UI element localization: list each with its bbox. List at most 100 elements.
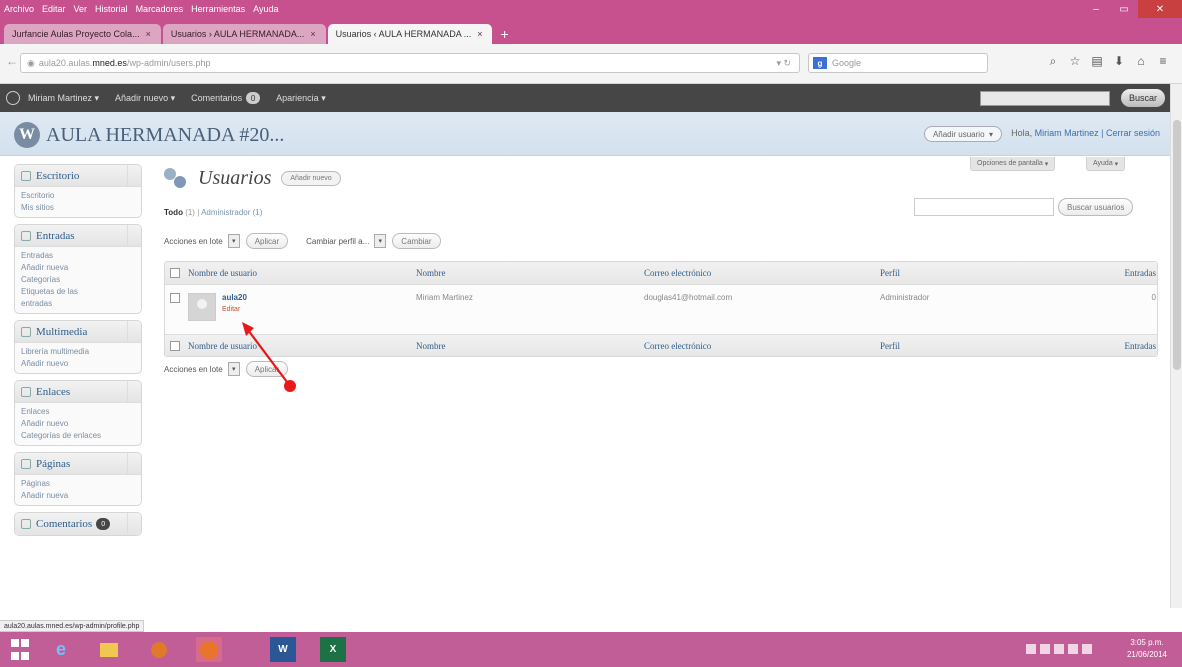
submenu-item[interactable]: Categorías de enlaces bbox=[21, 430, 141, 442]
minimize-icon[interactable]: – bbox=[1082, 0, 1110, 18]
url-bar[interactable]: ◉ aula20.aulas. mned.es/wp-admin/users.ph… bbox=[20, 53, 800, 73]
wordpress-logo-icon[interactable] bbox=[6, 91, 20, 105]
change-role-select[interactable]: Cambiar perfil a... ▾ bbox=[306, 234, 392, 248]
menu-herramientas[interactable]: Herramientas bbox=[191, 4, 245, 14]
menu-head-enlaces[interactable]: Enlaces bbox=[15, 381, 141, 403]
submenu-item[interactable]: Escritorio bbox=[21, 190, 141, 202]
firefox-icon[interactable] bbox=[196, 637, 222, 662]
submenu-item[interactable]: Etiquetas de las bbox=[21, 286, 141, 298]
bulk-actions-select[interactable]: Acciones en lote ▾ bbox=[164, 362, 246, 376]
col-username[interactable]: Nombre de usuario bbox=[188, 268, 416, 278]
new-tab-button[interactable]: + bbox=[500, 24, 508, 44]
col-username[interactable]: Nombre de usuario bbox=[188, 341, 416, 351]
col-email[interactable]: Correo electrónico bbox=[644, 341, 880, 351]
home-icon[interactable]: ⌂ bbox=[1130, 54, 1152, 69]
adminbar-user[interactable]: Miriam Martinez ▾ bbox=[28, 93, 99, 104]
tray-icon[interactable] bbox=[1082, 644, 1092, 654]
site-title[interactable]: AULA HERMANADA #20... bbox=[46, 124, 284, 147]
menu-historial[interactable]: Historial bbox=[95, 4, 128, 14]
apply-button[interactable]: Aplicar bbox=[245, 233, 289, 249]
page-scrollbar[interactable] bbox=[1170, 84, 1182, 608]
adminbar-search-button[interactable]: Buscar bbox=[1120, 89, 1165, 107]
submenu-item[interactable]: entradas bbox=[21, 298, 141, 310]
user-search-input[interactable] bbox=[914, 198, 1054, 216]
col-email[interactable]: Correo electrónico bbox=[644, 268, 880, 278]
submenu-item[interactable]: Añadir nuevo bbox=[21, 358, 141, 370]
logout-link[interactable]: | Cerrar sesión bbox=[1101, 128, 1160, 138]
close-tab-icon[interactable]: × bbox=[310, 29, 315, 39]
menu-head-escritorio[interactable]: Escritorio bbox=[15, 165, 141, 187]
help-button[interactable]: Ayuda ▾ bbox=[1086, 157, 1126, 171]
menu-head-multimedia[interactable]: Multimedia bbox=[15, 321, 141, 343]
menu-ayuda[interactable]: Ayuda bbox=[253, 4, 278, 14]
submenu-item[interactable]: Enlaces bbox=[21, 406, 141, 418]
edit-user-link[interactable]: Editar bbox=[222, 306, 247, 313]
tray-icon[interactable] bbox=[1068, 644, 1078, 654]
submenu-item[interactable]: Categorías bbox=[21, 274, 141, 286]
cell-posts[interactable]: 0 bbox=[1060, 293, 1156, 302]
menu-toggle[interactable] bbox=[127, 225, 141, 246]
search-users-button[interactable]: Buscar usuarios bbox=[1058, 198, 1134, 216]
favorite-actions-dropdown[interactable]: Añadir usuario ▾ bbox=[923, 126, 1002, 142]
bookmark-star-icon[interactable]: ☆ bbox=[1064, 54, 1086, 69]
bulk-actions-select[interactable]: Acciones en lote ▾ bbox=[164, 234, 246, 248]
user-profile-link[interactable]: Miriam Martinez bbox=[1035, 128, 1099, 138]
col-name[interactable]: Nombre bbox=[416, 268, 644, 278]
back-arrow-icon[interactable]: ← bbox=[6, 54, 18, 68]
adminbar-appearance[interactable]: Apariencia ▾ bbox=[276, 93, 326, 104]
browser-tab-2[interactable]: Usuarios › AULA HERMANADA... × bbox=[162, 24, 326, 44]
browser-search-input[interactable]: g Google bbox=[808, 53, 988, 73]
adminbar-search-input[interactable] bbox=[980, 91, 1110, 106]
maximize-icon[interactable]: ▭ bbox=[1110, 0, 1138, 18]
browser-tab-1[interactable]: Jurfancie Aulas Proyecto Cola... × bbox=[4, 24, 161, 44]
user-login-link[interactable]: aula20 bbox=[222, 293, 247, 302]
menu-toggle[interactable] bbox=[127, 381, 141, 402]
menu-marcadores[interactable]: Marcadores bbox=[136, 4, 184, 14]
reload-icon[interactable]: ▾ ↻ bbox=[776, 58, 791, 69]
change-role-button[interactable]: Cambiar bbox=[392, 233, 441, 249]
submenu-item[interactable]: Añadir nueva bbox=[21, 490, 141, 502]
submenu-item[interactable]: Páginas bbox=[21, 478, 141, 490]
menu-toggle[interactable] bbox=[127, 321, 141, 342]
download-icon[interactable]: ⬇ bbox=[1108, 54, 1130, 69]
row-checkbox[interactable] bbox=[170, 293, 180, 303]
screen-options-button[interactable]: Opciones de pantalla ▾ bbox=[970, 157, 1056, 171]
bookmarks-list-icon[interactable]: ▤ bbox=[1086, 54, 1108, 69]
tray-icon[interactable] bbox=[1040, 644, 1050, 654]
submenu-item[interactable]: Librería multimedia bbox=[21, 346, 141, 358]
site-identity-icon[interactable]: ◉ bbox=[27, 58, 35, 69]
add-new-user-button[interactable]: Añadir nuevo bbox=[281, 170, 341, 186]
system-clock[interactable]: 3:05 p.m. 21/06/2014 bbox=[1118, 637, 1176, 661]
file-explorer-icon[interactable] bbox=[96, 637, 122, 662]
menu-toggle[interactable] bbox=[127, 453, 141, 474]
excel-icon[interactable]: X bbox=[320, 637, 346, 662]
browser-tab-3-active[interactable]: Usuarios ‹ AULA HERMANADA ... × bbox=[327, 24, 493, 44]
menu-archivo[interactable]: Archivo bbox=[4, 4, 34, 14]
select-all-checkbox[interactable] bbox=[170, 340, 180, 351]
submenu-item[interactable]: Mis sitios bbox=[21, 202, 141, 214]
tray-icon[interactable] bbox=[1026, 644, 1036, 654]
menu-icon[interactable]: ≡ bbox=[1152, 54, 1174, 69]
select-all-checkbox[interactable] bbox=[170, 268, 180, 278]
menu-ver[interactable]: Ver bbox=[74, 4, 88, 14]
menu-head-comentarios[interactable]: Comentarios 0 bbox=[15, 513, 141, 535]
search-icon[interactable]: ⌕ bbox=[1042, 54, 1064, 69]
close-window-icon[interactable]: ✕ bbox=[1138, 0, 1182, 18]
scrollbar-thumb[interactable] bbox=[1173, 120, 1181, 370]
close-tab-icon[interactable]: × bbox=[146, 29, 151, 39]
adminbar-add-new[interactable]: Añadir nuevo ▾ bbox=[115, 93, 175, 104]
media-player-icon[interactable] bbox=[146, 637, 172, 662]
tray-icon[interactable] bbox=[1054, 644, 1064, 654]
menu-editar[interactable]: Editar bbox=[42, 4, 66, 14]
menu-toggle[interactable] bbox=[127, 165, 141, 186]
submenu-item[interactable]: Añadir nueva bbox=[21, 262, 141, 274]
internet-explorer-icon[interactable]: e bbox=[48, 637, 74, 662]
cell-email-link[interactable]: douglas41@hotmail.com bbox=[644, 293, 880, 302]
adminbar-comments[interactable]: Comentarios 0 bbox=[191, 92, 261, 104]
filter-administrator[interactable]: Administrador (1) bbox=[201, 208, 262, 217]
menu-toggle[interactable] bbox=[127, 513, 141, 534]
windows-start-icon[interactable] bbox=[10, 637, 30, 662]
close-tab-icon[interactable]: × bbox=[477, 29, 482, 39]
col-name[interactable]: Nombre bbox=[416, 341, 644, 351]
menu-head-paginas[interactable]: Páginas bbox=[15, 453, 141, 475]
